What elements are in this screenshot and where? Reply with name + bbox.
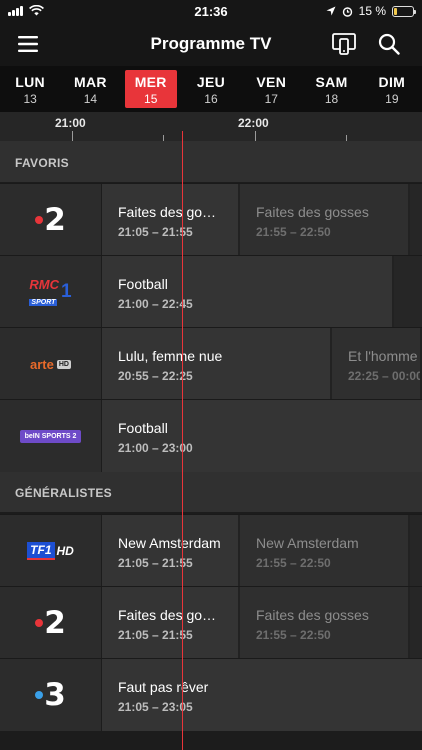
day-date: 17 xyxy=(264,92,278,106)
channel-row-arte-hd: arte HD Lulu, femme nue 20:55 – 22:25 Et … xyxy=(0,327,422,400)
alarm-icon xyxy=(342,6,352,17)
hour-tick xyxy=(255,131,256,141)
day-name: MAR xyxy=(74,74,107,90)
program-hours: 21:05 – 21:55 xyxy=(118,556,193,570)
channel-logo-tf1-hd[interactable]: TF1 HD xyxy=(0,515,102,587)
battery-percentage: 15 % xyxy=(358,4,386,18)
day-name: LUN xyxy=(15,74,45,90)
program-card[interactable]: Et l'homme 22:25 – 00:00 xyxy=(332,328,422,400)
status-right: 15 % xyxy=(326,4,416,18)
day-tab-lun[interactable]: LUN 13 xyxy=(4,70,56,108)
program-card[interactable]: Lulu, femme nue 20:55 – 22:25 xyxy=(102,328,332,400)
half-hour-tick xyxy=(163,135,164,141)
cast-to-tv-icon xyxy=(332,33,356,55)
day-name: SAM xyxy=(315,74,348,90)
channel-row-france-2: 2 Faites des go… 21:05 – 21:55 Faites de… xyxy=(0,586,422,659)
program-hours: 22:25 – 00:00 xyxy=(348,369,422,383)
program-hours: 21:55 – 22:50 xyxy=(256,225,331,239)
program-title: Football xyxy=(118,420,168,436)
day-tab-dim[interactable]: DIM 19 xyxy=(366,70,418,108)
program-title: New Amsterdam xyxy=(256,535,359,551)
day-date: 19 xyxy=(385,92,399,106)
day-date: 15 xyxy=(144,92,158,106)
program-card[interactable]: New Amsterdam 21:55 – 22:50 xyxy=(240,515,410,587)
program-card[interactable]: New Amsterdam 21:05 – 21:55 xyxy=(102,515,240,587)
program-card[interactable]: Faites des go… 21:05 – 21:55 xyxy=(102,587,240,659)
program-card[interactable]: Football 21:00 – 22:45 xyxy=(102,256,394,328)
channel-logo-france-2[interactable]: 2 xyxy=(0,184,102,256)
status-bar: 21:36 15 % xyxy=(0,0,422,22)
search-icon xyxy=(378,33,400,55)
time-label-22: 22:00 xyxy=(238,116,269,130)
bein-sports-2-logo: beIN SPORTS 2 xyxy=(19,429,82,443)
day-name: JEU xyxy=(196,74,226,90)
program-title: Faites des go… xyxy=(118,607,217,623)
channel-logo-rmc-sport-1[interactable]: RMC SPORT 1 xyxy=(0,256,102,328)
day-name: DIM xyxy=(378,74,406,90)
hour-tick xyxy=(72,131,73,141)
channel-logo-france-3[interactable]: 3 xyxy=(0,659,102,731)
day-tab-ven[interactable]: VEN 17 xyxy=(245,70,297,108)
day-tab-sam[interactable]: SAM 18 xyxy=(306,70,358,108)
nav-bar: Programme TV xyxy=(0,22,422,66)
time-label-21: 21:00 xyxy=(55,116,86,130)
day-name: MER xyxy=(134,74,167,90)
day-date: 13 xyxy=(23,92,37,106)
channel-logo-bein-sports-2[interactable]: beIN SPORTS 2 xyxy=(0,400,102,472)
program-card[interactable]: Faites des go… 21:05 – 21:55 xyxy=(102,184,240,256)
program-hours: 21:00 – 22:45 xyxy=(118,297,193,311)
day-date: 16 xyxy=(204,92,218,106)
battery-fill xyxy=(394,7,397,15)
section-header-generalistes: GÉNÉRALISTES xyxy=(0,472,422,512)
channel-logo-france-2[interactable]: 2 xyxy=(0,587,102,659)
channel-row-france-2: 2 Faites des go… 21:05 – 21:55 Faites de… xyxy=(0,183,422,256)
day-date: 14 xyxy=(83,92,98,106)
program-card[interactable]: Faut pas rêver 21:05 – 23:05 xyxy=(102,659,422,731)
program-title: Et l'homme xyxy=(348,348,418,364)
time-ruler[interactable]: 21:00 22:00 xyxy=(0,112,422,142)
day-tab-jeu[interactable]: JEU 16 xyxy=(185,70,237,108)
program-title: Lulu, femme nue xyxy=(118,348,223,364)
program-hours: 21:00 – 23:00 xyxy=(118,441,193,455)
program-hours: 21:55 – 22:50 xyxy=(256,628,331,642)
channel-row-tf1-hd: TF1 HD New Amsterdam 21:05 – 21:55 New Am… xyxy=(0,514,422,587)
program-hours: 21:55 – 22:50 xyxy=(256,556,331,570)
section-header-favoris: FAVORIS xyxy=(0,142,422,182)
channel-logo-arte-hd[interactable]: arte HD xyxy=(0,328,102,400)
half-hour-tick xyxy=(346,135,347,141)
day-tab-mer[interactable]: MER 15 xyxy=(124,70,177,108)
rmc-sport-1-logo: RMC SPORT 1 xyxy=(29,277,72,306)
arte-hd-logo: arte HD xyxy=(30,356,71,372)
channel-row-france-3: 3 Faut pas rêver 21:05 – 23:05 xyxy=(0,658,422,731)
program-hours: 21:05 – 21:55 xyxy=(118,628,193,642)
program-card[interactable]: Faites des gosses 21:55 – 22:50 xyxy=(240,184,410,256)
search-button[interactable] xyxy=(373,28,405,60)
day-date: 18 xyxy=(324,92,339,106)
program-card[interactable]: Football 21:00 – 23:00 xyxy=(102,400,422,472)
program-title: Football xyxy=(118,276,168,292)
program-title: Faut pas rêver xyxy=(118,679,209,695)
day-name: VEN xyxy=(256,74,287,90)
program-title: Faites des gosses xyxy=(256,204,369,220)
channel-row-rmc-sport-1: RMC SPORT 1 Football 21:00 – 22:45 xyxy=(0,255,422,328)
cast-button[interactable] xyxy=(328,28,360,60)
tf1-hd-logo: TF1 HD xyxy=(27,542,74,560)
france-3-logo: 3 xyxy=(35,677,66,713)
program-card[interactable]: Faites des gosses 21:55 – 22:50 xyxy=(240,587,410,659)
battery-icon xyxy=(392,5,416,17)
france-2-logo: 2 xyxy=(35,605,66,641)
program-hours: 21:05 – 21:55 xyxy=(118,225,193,239)
day-tab-mar[interactable]: MAR 14 xyxy=(64,70,116,108)
location-arrow-icon xyxy=(326,6,336,16)
france-2-logo: 2 xyxy=(35,202,66,238)
current-time-indicator xyxy=(182,131,183,750)
program-hours: 20:55 – 22:25 xyxy=(118,369,193,383)
program-title: Faites des go… xyxy=(118,204,217,220)
channel-row-bein-sports-2: beIN SPORTS 2 Football 21:00 – 23:00 xyxy=(0,399,422,472)
program-title: Faites des gosses xyxy=(256,607,369,623)
program-title: New Amsterdam xyxy=(118,535,221,551)
program-hours: 21:05 – 23:05 xyxy=(118,700,193,714)
day-selector: LUN 13 MAR 14 MER 15 JEU 16 VEN 17 SAM 18 DIM 1… xyxy=(0,66,422,112)
